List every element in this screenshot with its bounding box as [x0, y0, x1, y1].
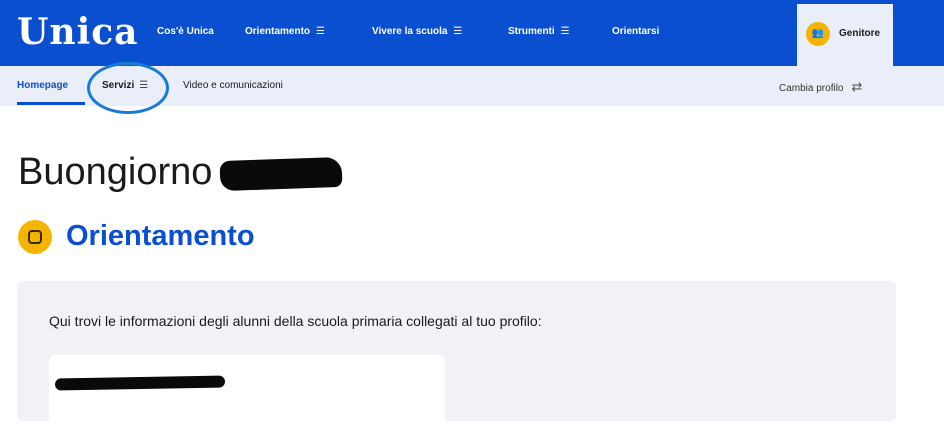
nav-item-label: Orientarsi	[612, 26, 660, 37]
student-card[interactable]	[49, 355, 445, 425]
active-tab-indicator	[17, 102, 85, 105]
menu-icon: ☰	[139, 80, 149, 91]
redacted-name	[219, 156, 343, 192]
menu-icon: ☰	[316, 26, 325, 37]
switch-profile-link[interactable]: Cambia profilo ⇄	[779, 79, 862, 95]
orientamento-section-icon	[18, 220, 52, 254]
subnav-item-label: Video e comunicazioni	[183, 80, 283, 91]
switch-profile-icon: ⇄	[851, 79, 863, 94]
profile-switcher[interactable]: 👥 Genitore	[797, 4, 893, 66]
unica-logo[interactable]: Unica	[17, 12, 139, 52]
subnav-item-servizi[interactable]: Servizi ☰	[102, 80, 148, 91]
nav-item-strumenti[interactable]: Strumenti ☰	[508, 26, 570, 42]
greeting-heading: Buongiorno	[18, 150, 343, 194]
menu-icon: ☰	[453, 26, 463, 37]
profile-label: Genitore	[839, 28, 881, 39]
nav-item-orientamento[interactable]: Orientamento ☰	[245, 26, 325, 42]
students-info-card: Qui trovi le informazioni degli alunni d…	[17, 281, 896, 425]
nav-item-orientarsi[interactable]: Orientarsi	[612, 26, 659, 42]
parent-avatar-icon: 👥	[806, 22, 830, 46]
info-text: Qui trovi le informazioni degli alunni d…	[49, 313, 542, 329]
menu-icon: ☰	[560, 26, 570, 37]
nav-item-cose-unica[interactable]: Cos'è Unica	[157, 26, 214, 42]
greeting-text: Buongiorno	[18, 151, 213, 193]
nav-item-label: Orientamento	[245, 26, 311, 37]
section-title: Orientamento	[66, 220, 255, 252]
subnav-item-label: Homepage	[17, 80, 69, 91]
nav-item-label: Strumenti	[508, 26, 555, 37]
subnav-item-homepage[interactable]: Homepage	[17, 80, 68, 91]
nav-item-label: Vivere la scuola	[372, 26, 448, 37]
compass-icon	[28, 230, 42, 244]
nav-item-vivere-la-scuola[interactable]: Vivere la scuola ☰	[372, 26, 462, 42]
nav-item-label: Cos'è Unica	[157, 26, 214, 37]
subnav-item-video-comunicazioni[interactable]: Video e comunicazioni	[183, 80, 283, 91]
switch-profile-label: Cambia profilo	[779, 83, 844, 94]
subnav-item-label: Servizi	[102, 80, 135, 91]
redacted-student-name	[54, 375, 226, 391]
top-navigation-bar: Unica Cos'è Unica Orientamento ☰ Vivere l…	[0, 0, 944, 66]
